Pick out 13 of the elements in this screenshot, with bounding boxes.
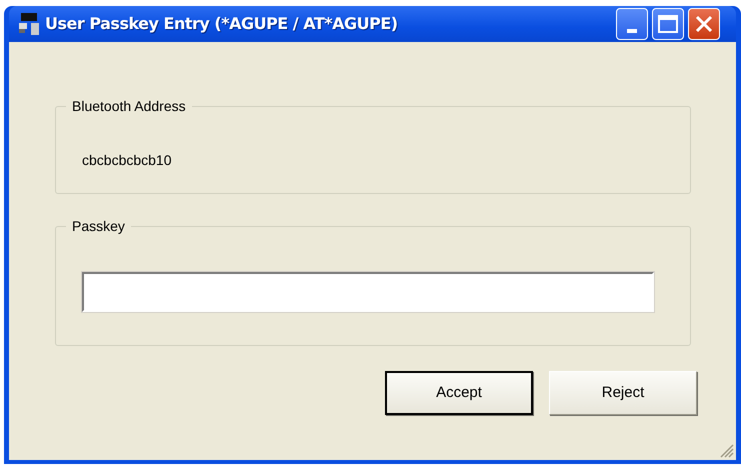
minimize-button[interactable] — [616, 8, 648, 40]
close-button[interactable] — [688, 8, 720, 40]
reject-button[interactable]: Reject — [549, 371, 697, 415]
app-icon — [17, 11, 41, 37]
resize-grip-icon — [720, 444, 734, 458]
close-icon — [695, 15, 713, 33]
maximize-button[interactable] — [652, 8, 684, 40]
maximize-icon — [658, 15, 678, 33]
address-value: cbcbcbcbcb10 — [82, 152, 172, 168]
passkey-field[interactable] — [82, 272, 654, 312]
accept-button[interactable]: Accept — [385, 371, 533, 415]
window-title: User Passkey Entry (*AGUPE / AT*AGUPE) — [45, 13, 398, 35]
minimize-icon — [627, 29, 637, 33]
